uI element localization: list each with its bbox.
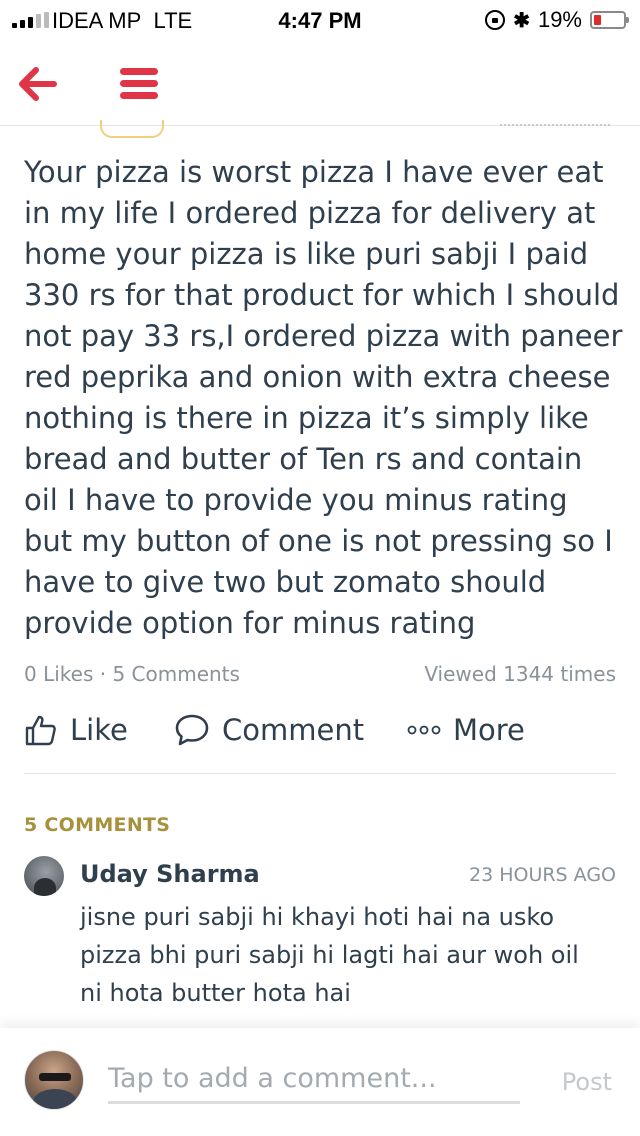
more-dots-icon	[407, 725, 441, 735]
comment-text: jisne puri sabji hi khayi hoti hai na us…	[80, 903, 579, 1007]
commenter-avatar[interactable]	[24, 856, 64, 896]
user-avatar	[24, 1050, 84, 1110]
battery-fill	[594, 15, 601, 25]
top-nav-bar	[0, 42, 640, 126]
previous-rating-badge	[100, 120, 164, 138]
view-count: Viewed 1344 times	[424, 662, 616, 686]
comment-input[interactable]	[108, 1056, 520, 1104]
review-text: Your pizza is worst pizza I have ever ea…	[24, 155, 623, 640]
like-button[interactable]: Like	[24, 708, 128, 752]
review-actions: Like Comment More	[24, 700, 616, 774]
more-button[interactable]: More	[407, 708, 525, 752]
status-right-group: ✱ 19%	[485, 7, 629, 33]
thumbs-up-icon	[25, 715, 56, 746]
status-bar: IDEA MP LTE 4:47 PM ✱ 19%	[0, 0, 640, 40]
comment-label: Comment	[222, 713, 365, 747]
hamburger-menu-icon	[120, 68, 158, 75]
comment-composer: Post	[0, 1028, 640, 1136]
comment-timestamp: 23 HOURS AGO	[468, 864, 616, 886]
speech-bubble-icon	[175, 714, 209, 746]
like-label: Like	[70, 713, 128, 747]
battery-icon	[590, 11, 629, 29]
back-button[interactable]	[14, 60, 62, 108]
likes-comments-count[interactable]: 0 Likes · 5 Comments	[24, 662, 240, 686]
rotation-lock-icon	[485, 10, 506, 30]
comment-button[interactable]: Comment	[174, 708, 364, 752]
menu-button[interactable]	[116, 60, 164, 108]
battery-percent: 19%	[537, 7, 582, 32]
hamburger-line	[120, 80, 158, 87]
hamburger-line	[120, 92, 158, 99]
commenter-name[interactable]: Uday Sharma	[80, 860, 260, 888]
post-button[interactable]: Post	[562, 1068, 612, 1096]
previous-rating-dots	[500, 124, 610, 130]
bluetooth-icon: ✱	[513, 9, 530, 32]
back-arrow-icon	[19, 67, 57, 101]
comments-header: 5 COMMENTS	[24, 814, 171, 836]
more-label: More	[453, 713, 525, 747]
